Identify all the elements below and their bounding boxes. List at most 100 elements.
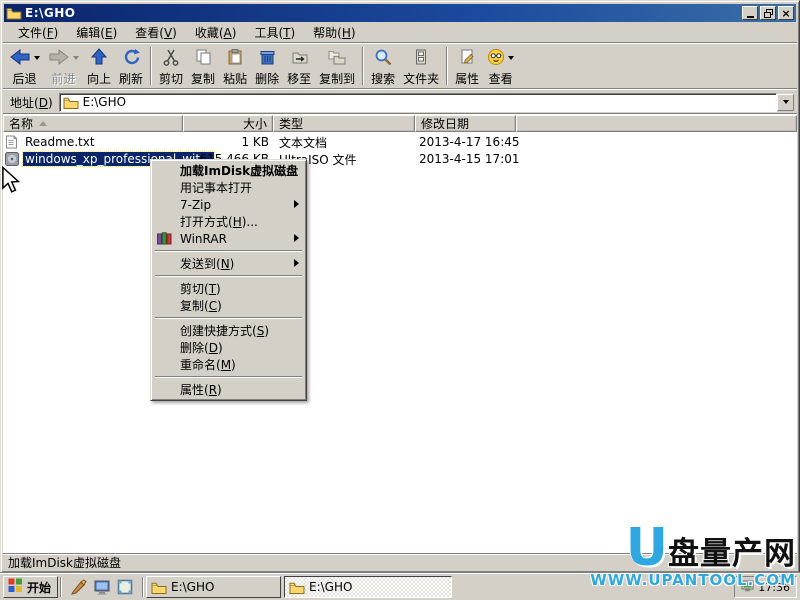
context-menu-item-mount-imdisk[interactable]: 加载ImDisk虚拟磁盘 <box>153 162 304 179</box>
context-menu-item-7zip[interactable]: 7-Zip <box>153 196 304 213</box>
address-input[interactable]: E:\GHO <box>58 92 777 112</box>
context-menu-item-rename[interactable]: 重命名(M) <box>153 356 304 373</box>
move-to-button[interactable]: 移至 <box>283 45 315 87</box>
submenu-arrow-icon <box>294 200 299 208</box>
toolbar-separator <box>362 47 365 85</box>
back-dropdown-arrow[interactable] <box>34 56 40 60</box>
menu-tools[interactable]: 工具(T) <box>245 22 304 43</box>
context-menu-item-copy[interactable]: 复制(C) <box>153 297 304 314</box>
quick-launch <box>64 578 140 596</box>
up-button[interactable]: 向上 <box>83 45 115 87</box>
file-modified: 2013-4-17 16:45 <box>419 135 520 149</box>
task-button-egho-1[interactable]: E:\GHO <box>146 576 282 598</box>
title-bar[interactable]: E:\GHO × <box>4 4 796 22</box>
mouse-cursor-icon <box>1 165 21 197</box>
toolbar: 后退 前进 向上 刷新 剪切 复制 粘贴 删除 移至 复制到 搜索 文件夹 属性… <box>3 44 797 89</box>
file-list[interactable]: Readme.txt 1 KB 文本文档 2013-4-17 16:45 win… <box>3 132 797 553</box>
menu-separator <box>155 317 302 319</box>
file-size: 1 KB <box>241 135 269 149</box>
delete-button[interactable]: 删除 <box>251 45 283 87</box>
file-row-readme[interactable]: Readme.txt 1 KB 文本文档 2013-4-17 16:45 <box>3 134 797 150</box>
column-header-date[interactable]: 修改日期 <box>415 115 516 132</box>
file-type: 文本文档 <box>279 135 328 150</box>
start-label: 开始 <box>27 580 52 595</box>
copy-icon <box>194 48 212 69</box>
launch-app-icon[interactable] <box>70 578 88 596</box>
back-button[interactable]: 后退 <box>5 45 44 87</box>
folder-icon <box>151 581 167 594</box>
text-file-icon <box>5 135 19 149</box>
window-app-icon[interactable] <box>116 578 134 596</box>
menu-bar: 文件(F) 编辑(E) 查看(V) 收藏(A) 工具(T) 帮助(H) <box>3 23 797 43</box>
toolbar-separator <box>150 47 153 85</box>
column-header-size[interactable]: 大小 <box>183 115 273 132</box>
column-headers: 名称 大小 类型 修改日期 <box>3 115 797 132</box>
column-header-type[interactable]: 类型 <box>273 115 415 132</box>
views-button[interactable]: 查看 <box>483 45 518 87</box>
taskbar-separator <box>142 577 145 597</box>
copy-button[interactable]: 复制 <box>187 45 219 87</box>
context-menu-item-winrar[interactable]: WinRAR <box>153 230 304 247</box>
task-label: E:\GHO <box>171 580 215 594</box>
context-menu-item-open-with-notepad[interactable]: 用记事本打开 <box>153 179 304 196</box>
search-icon <box>374 48 392 69</box>
minimize-button[interactable] <box>742 6 758 20</box>
menu-edit[interactable]: 编辑(E) <box>67 22 126 43</box>
views-dropdown-arrow[interactable] <box>508 56 515 60</box>
up-icon <box>90 47 108 69</box>
taskbar: 开始 E:\GHO E:\GHO 17:36 <box>0 573 800 600</box>
clock: 17:36 <box>758 580 790 594</box>
submenu-arrow-icon <box>294 234 299 242</box>
move-to-icon <box>289 48 309 69</box>
folders-button[interactable]: 文件夹 <box>399 45 443 87</box>
paste-button[interactable]: 粘贴 <box>219 45 251 87</box>
refresh-button[interactable]: 刷新 <box>115 45 147 87</box>
address-dropdown-button[interactable] <box>777 93 794 111</box>
task-label: E:\GHO <box>309 580 353 594</box>
task-button-egho-2-active[interactable]: E:\GHO <box>284 576 453 598</box>
tray-icon[interactable] <box>741 580 754 595</box>
context-menu: 加载ImDisk虚拟磁盘 用记事本打开 7-Zip 打开方式(H)... Win… <box>150 159 307 401</box>
desktop: E:\GHO × 文件(F) 编辑(E) 查看(V) 收藏(A) 工具(T) 帮… <box>0 0 800 600</box>
context-menu-item-send-to[interactable]: 发送到(N) <box>153 255 304 272</box>
start-button[interactable]: 开始 <box>3 576 59 598</box>
forward-icon <box>48 48 70 69</box>
taskbar-separator <box>60 577 63 597</box>
refresh-icon <box>122 48 141 69</box>
menu-separator <box>155 250 302 252</box>
submenu-arrow-icon <box>294 259 299 267</box>
context-menu-item-open-with[interactable]: 打开方式(H)... <box>153 213 304 230</box>
menu-favorites[interactable]: 收藏(A) <box>186 22 246 43</box>
properties-button[interactable]: 属性 <box>451 45 483 87</box>
file-row-iso-selected[interactable]: windows_xp_professional_wit... 615,466 K… <box>3 151 797 167</box>
address-label: 地址(D) <box>10 95 53 110</box>
context-menu-item-cut[interactable]: 剪切(T) <box>153 280 304 297</box>
copy-to-button[interactable]: 复制到 <box>315 45 359 87</box>
menu-file[interactable]: 文件(F) <box>9 22 67 43</box>
cut-button[interactable]: 剪切 <box>155 45 187 87</box>
explorer-window: E:\GHO × 文件(F) 编辑(E) 查看(V) 收藏(A) 工具(T) 帮… <box>0 0 800 573</box>
forward-dropdown-arrow[interactable] <box>73 56 79 60</box>
back-icon <box>9 48 31 69</box>
search-button[interactable]: 搜索 <box>367 45 399 87</box>
column-header-filler <box>516 115 797 132</box>
close-button[interactable]: × <box>778 6 794 20</box>
menu-separator <box>155 275 302 277</box>
restore-button[interactable] <box>760 6 776 20</box>
menu-help[interactable]: 帮助(H) <box>304 22 364 43</box>
forward-button[interactable]: 前进 <box>44 45 83 87</box>
properties-icon <box>458 48 476 69</box>
menu-view[interactable]: 查看(V) <box>126 22 186 43</box>
folder-icon <box>6 6 22 20</box>
file-modified: 2013-4-15 17:01 <box>419 152 520 166</box>
address-bar: 地址(D) E:\GHO <box>3 91 797 114</box>
paste-icon <box>226 48 244 69</box>
show-desktop-icon[interactable] <box>93 578 111 596</box>
winrar-icon <box>157 232 173 245</box>
context-menu-item-delete[interactable]: 删除(D) <box>153 339 304 356</box>
status-bar: 加载ImDisk虚拟磁盘 <box>3 553 797 570</box>
column-header-name[interactable]: 名称 <box>3 115 183 132</box>
iso-file-icon <box>5 152 19 166</box>
context-menu-item-properties[interactable]: 属性(R) <box>153 381 304 398</box>
context-menu-item-create-shortcut[interactable]: 创建快捷方式(S) <box>153 322 304 339</box>
